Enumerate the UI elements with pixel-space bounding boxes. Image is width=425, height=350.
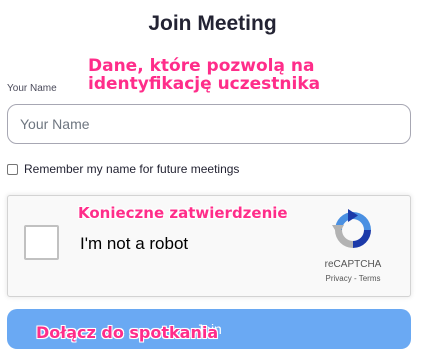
annotation-join-note: Dołącz do spotkania	[36, 323, 219, 342]
annotation-name-note: Dane, które pozwolą na identyfikację ucz…	[88, 56, 321, 94]
recaptcha-checkbox-label: I'm not a robot	[80, 234, 189, 253]
recaptcha-logo-icon	[332, 209, 371, 248]
annotation-captcha-note: Konieczne zatwierdzenie	[78, 204, 288, 222]
remember-name-label: Remember my name for future meetings	[24, 162, 240, 176]
page-title: Join Meeting	[148, 12, 277, 35]
name-field-label: Your Name	[7, 83, 57, 94]
recaptcha-checkbox[interactable]	[24, 225, 59, 260]
name-input[interactable]	[7, 104, 411, 144]
recaptcha-links[interactable]: Privacy - Terms	[308, 274, 398, 283]
remember-name-checkbox[interactable]	[7, 163, 18, 175]
remember-name-option[interactable]: Remember my name for future meetings	[7, 162, 239, 176]
recaptcha-brand: reCAPTCHA	[324, 259, 382, 270]
